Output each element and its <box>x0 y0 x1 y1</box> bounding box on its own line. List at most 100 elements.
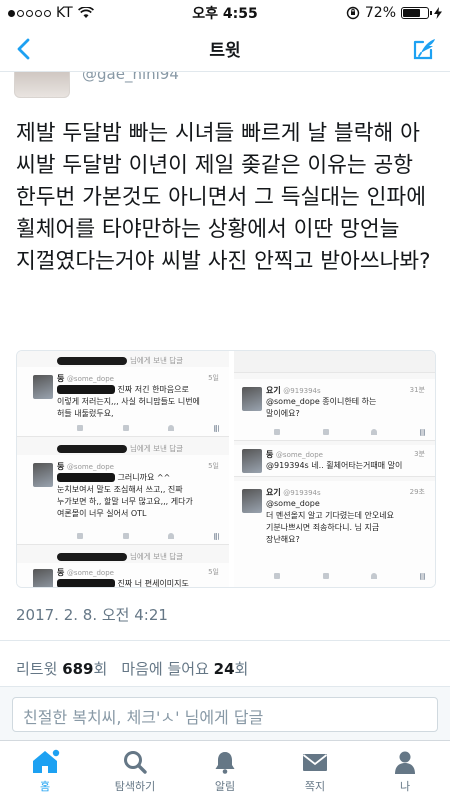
media-image-left[interactable]: 님에게 보낸 답글 둥 @some_dope 5일 진짜 저긴 한마음으로 이렇… <box>17 351 229 587</box>
battery-fill <box>403 9 421 17</box>
avatar[interactable] <box>14 72 70 98</box>
mini-time: 5일 <box>208 568 219 576</box>
mini-tweet-top <box>234 351 435 373</box>
tweet-media[interactable]: 님에게 보낸 답글 둥 @some_dope 5일 진짜 저긴 한마음으로 이렇… <box>16 350 436 588</box>
divider <box>0 640 450 641</box>
author-handle[interactable]: @gae_nini94 <box>82 72 179 83</box>
mini-actions <box>77 425 219 433</box>
analytics-icon <box>419 573 425 580</box>
retweet-label: 리트윗 <box>16 660 58 678</box>
redaction-mask <box>57 385 115 394</box>
mini-tweet: 둥 @some_dope 5일 진짜 저긴 한마음으로 이렇게 저러는지,,, … <box>17 367 229 437</box>
mini-author-handle: @919394s <box>283 489 321 497</box>
mini-body-text: 진짜 너 편세이미지도 <box>117 579 189 587</box>
heart-icon <box>371 573 378 579</box>
mini-author: 둥 @some_dope <box>266 449 323 460</box>
tab-home[interactable]: 홈 <box>0 741 90 800</box>
tab-label: 나 <box>399 780 411 793</box>
analytics-icon <box>213 533 219 540</box>
mini-tweet: 요기 @919394s 31분 @some_dope 종이니한테 하는 말이에요… <box>234 379 435 441</box>
tweet-text: 제발 두달밤 빠는 시녀들 빠르게 날 블락해 아 씨발 두달밤 이년이 제일 … <box>16 121 431 274</box>
retweet-unit: 회 <box>93 660 108 678</box>
tab-label: 쪽지 <box>304 780 326 793</box>
compose-tweet-button[interactable] <box>410 34 440 64</box>
carrier-name: KT <box>56 5 73 21</box>
tab-me[interactable]: 나 <box>360 741 450 800</box>
tab-notifications[interactable]: 알림 <box>180 741 270 800</box>
mini-reply-label: 님에게 보낸 답글 <box>130 444 184 453</box>
mini-actions <box>77 533 219 541</box>
reply-input[interactable]: 친절한 복치씨, 체크'ㅅ' 님에게 답글 <box>12 697 438 732</box>
mini-body-text: @919394s 네.. 휠체어타는거때매 말이 <box>266 461 403 470</box>
mini-author-name: 요기 <box>266 488 281 497</box>
mini-avatar <box>242 387 262 411</box>
heart-icon <box>168 425 175 431</box>
like-label: 마음에 들어요 <box>121 660 209 678</box>
mini-actions <box>274 573 425 581</box>
mini-author-handle: @some_dope <box>275 451 323 459</box>
mini-tweet: 요기 @919394s 29초 @some_dope 더 멘션올지 알고 기다렸… <box>234 481 435 587</box>
orientation-lock-icon <box>346 6 360 20</box>
retweet-icon <box>122 425 129 431</box>
tweet-author[interactable]: @gae_nini94 <box>14 72 179 100</box>
like-unit: 회 <box>234 660 249 678</box>
mini-time: 5일 <box>208 374 219 382</box>
nav-bar: 트윗 <box>0 26 450 72</box>
tweet-timestamp: 2017. 2. 8. 오전 4:21 <box>16 606 168 624</box>
tab-label: 알림 <box>214 780 236 793</box>
retweet-number: 689 <box>62 660 94 678</box>
heart-icon <box>168 533 175 539</box>
mini-time: 31분 <box>409 386 425 394</box>
reply-icon <box>77 533 83 539</box>
reply-icon <box>274 573 280 579</box>
analytics-icon <box>419 429 425 436</box>
mini-avatar <box>33 569 53 587</box>
mini-author-name: 둥 <box>57 462 65 471</box>
mini-author-name: 둥 <box>57 374 65 383</box>
mini-body-text: @some_dope 종이니한테 하는 말이에요? <box>266 397 377 418</box>
mini-body: 진짜 저긴 한마음으로 이렇게 저러는지,,, 사실 허니맘들도 니번에 허들 … <box>57 384 219 420</box>
like-count[interactable]: 마음에 들어요 24회 <box>121 658 248 679</box>
mini-avatar <box>33 375 53 399</box>
mini-avatar <box>33 463 53 487</box>
status-left: KT <box>8 5 94 21</box>
tab-search[interactable]: 탐색하기 <box>90 741 180 800</box>
status-right: 72% <box>346 5 442 21</box>
mini-reply-label: 님에게 보낸 답글 <box>130 356 184 365</box>
tab-messages[interactable]: 쪽지 <box>270 741 360 800</box>
redaction-mask <box>57 357 127 365</box>
chevron-left-icon <box>17 38 30 60</box>
retweet-count[interactable]: 리트윗 689회 <box>16 658 107 679</box>
mini-author: 둥 @some_dope <box>57 373 114 384</box>
mini-author: 둥 @some_dope <box>57 567 114 578</box>
search-icon <box>124 751 147 774</box>
reply-icon <box>274 429 280 435</box>
mini-reply-indicator: 님에게 보낸 답글 <box>17 551 229 563</box>
tab-label: 홈 <box>39 780 51 793</box>
like-number: 24 <box>213 660 235 678</box>
bell-icon <box>215 752 235 774</box>
mini-tweet: 둥 @some_dope 5일 그러니까요 ^^ 눈치보여서 말도 조심해서 쓰… <box>17 455 229 545</box>
mini-author-name: 둥 <box>266 450 274 459</box>
mini-tweet: 둥 @some_dope 3분 @919394s 네.. 휠체어타는거때매 말이 <box>234 445 435 477</box>
mini-time: 5일 <box>208 462 219 470</box>
analytics-icon <box>213 425 219 432</box>
reply-icon <box>77 425 83 431</box>
mini-avatar <box>242 449 262 473</box>
reply-bar: 친절한 복치씨, 체크'ㅅ' 님에게 답글 <box>0 686 450 740</box>
redaction-mask <box>57 473 115 482</box>
mini-body: 진짜 너 편세이미지도 <box>57 578 219 587</box>
tab-bar: 홈 탐색하기 알림 쪽지 나 <box>0 740 450 800</box>
mini-time: 3분 <box>414 450 425 458</box>
compose-tweet-icon <box>413 39 435 60</box>
retweet-icon <box>322 573 329 579</box>
mini-actions <box>274 429 425 437</box>
mini-author-handle: @some_dope <box>66 463 114 471</box>
mini-author: 요기 @919394s <box>266 487 321 498</box>
envelope-icon <box>302 754 328 771</box>
mini-author-handle: @some_dope <box>66 375 114 383</box>
media-image-right[interactable]: 요기 @919394s 31분 @some_dope 종이니한테 하는 말이에요… <box>234 351 435 587</box>
redaction-mask <box>57 553 127 561</box>
back-button[interactable] <box>8 34 38 64</box>
heart-icon <box>371 429 378 435</box>
